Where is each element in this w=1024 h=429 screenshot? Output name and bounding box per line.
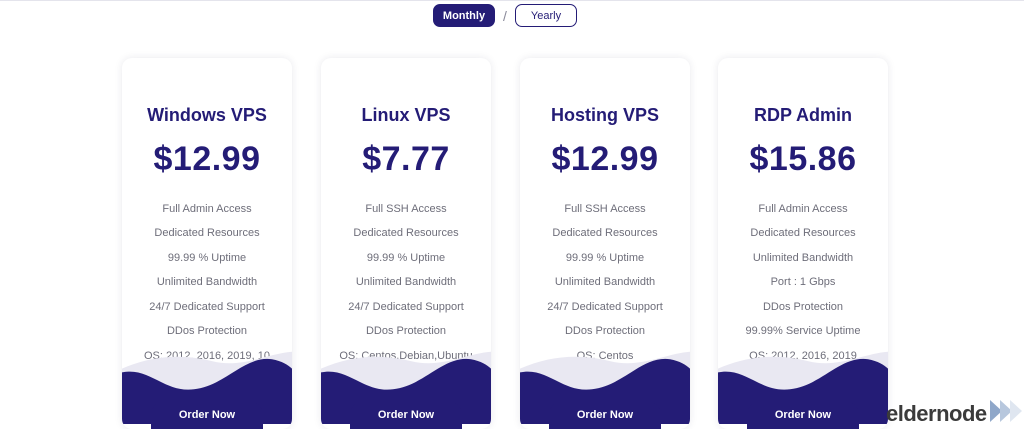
plan-feature: Port : 1 Gbps	[770, 276, 836, 288]
plan-feature: 24/7 Dedicated Support	[547, 301, 663, 313]
order-now-button[interactable]: Order Now	[350, 401, 462, 429]
plan-card-hosting-vps: Hosting VPS $12.99 Full SSH Access Dedic…	[520, 58, 690, 429]
eldernode-logo-text: eldernode	[886, 401, 987, 426]
plan-card-linux-vps: Linux VPS $7.77 Full SSH Access Dedicate…	[321, 58, 491, 429]
plan-feature: Full SSH Access	[365, 203, 447, 215]
plan-feature: Full Admin Access	[162, 203, 252, 215]
top-divider	[0, 0, 1024, 1]
plan-price: $12.99	[551, 140, 659, 178]
play-arrows-icon	[990, 400, 1022, 422]
plan-card-rdp-admin: RDP Admin $15.86 Full Admin Access Dedic…	[718, 58, 888, 429]
plan-price: $12.99	[153, 140, 261, 178]
plan-feature: Full SSH Access	[564, 203, 646, 215]
plan-feature: Unlimited Bandwidth	[554, 276, 656, 288]
yearly-button[interactable]: Yearly	[515, 4, 577, 27]
plan-price: $15.86	[749, 140, 857, 178]
plan-title: Hosting VPS	[550, 105, 659, 125]
plan-price: $7.77	[362, 140, 450, 178]
plan-feature: Dedicated Resources	[750, 227, 856, 239]
plan-feature: DDos Protection	[564, 325, 646, 337]
plan-feature: DDos Protection	[166, 325, 248, 337]
plan-feature: Dedicated Resources	[552, 227, 658, 239]
plan-feature: Unlimited Bandwidth	[156, 276, 258, 288]
plan-feature: 99.99 % Uptime	[167, 252, 247, 264]
plan-feature: Dedicated Resources	[353, 227, 459, 239]
plan-feature: 24/7 Dedicated Support	[348, 301, 464, 313]
plan-feature: 99.99% Service Uptime	[745, 325, 861, 337]
plan-feature: DDos Protection	[762, 301, 844, 313]
plan-title: RDP Admin	[753, 105, 852, 125]
order-now-button[interactable]: Order Now	[549, 401, 661, 429]
toggle-separator: /	[503, 7, 507, 24]
plan-feature: 99.99 % Uptime	[565, 252, 645, 264]
monthly-button[interactable]: Monthly	[433, 4, 495, 27]
plan-feature: Dedicated Resources	[154, 227, 260, 239]
plan-feature: Unlimited Bandwidth	[355, 276, 457, 288]
plan-feature: 99.99 % Uptime	[366, 252, 446, 264]
plan-title: Linux VPS	[361, 105, 451, 125]
plan-card-windows-vps: Windows VPS $12.99 Full Admin Access Ded…	[122, 58, 292, 429]
plan-feature: DDos Protection	[365, 325, 447, 337]
billing-toggle: Monthly / Yearly	[433, 3, 577, 28]
plan-feature: 24/7 Dedicated Support	[149, 301, 265, 313]
plan-feature: Full Admin Access	[758, 203, 848, 215]
plan-title: Windows VPS	[147, 105, 267, 125]
order-now-button[interactable]: Order Now	[151, 401, 263, 429]
order-now-button[interactable]: Order Now	[747, 401, 859, 429]
plan-feature: Unlimited Bandwidth	[752, 252, 854, 264]
